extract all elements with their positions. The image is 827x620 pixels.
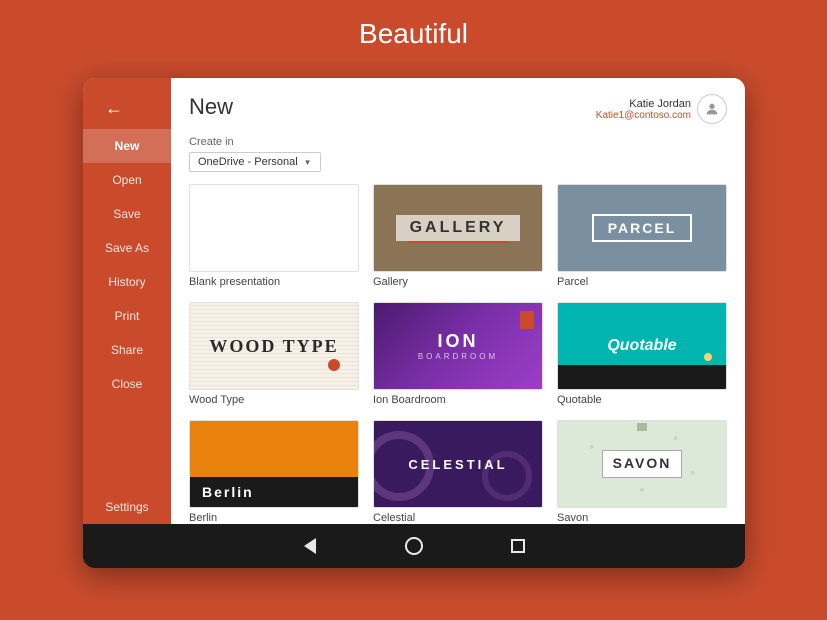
quotable-text: Quotable <box>607 337 676 355</box>
template-thumb-gallery: GALLERY <box>373 184 543 272</box>
page-heading: Beautiful <box>0 0 827 62</box>
template-thumb-celestial: CELESTIAL <box>373 420 543 508</box>
template-thumb-berlin: Berlin <box>189 420 359 508</box>
template-thumb-ion: ION BOARDROOM <box>373 302 543 390</box>
back-icon <box>304 538 316 554</box>
sidebar-item-saveas[interactable]: Save As <box>83 231 171 265</box>
sidebar-item-close[interactable]: Close <box>83 367 171 401</box>
woodtype-text: WOOD TYPE <box>209 336 338 357</box>
sidebar-item-new[interactable]: New <box>83 129 171 163</box>
template-woodtype[interactable]: WOOD TYPE Wood Type <box>189 302 359 406</box>
sidebar-item-open[interactable]: Open <box>83 163 171 197</box>
savon-clip <box>637 423 647 431</box>
user-email: Katie1@contoso.com <box>596 110 691 121</box>
sidebar-item-settings[interactable]: Settings <box>83 490 171 524</box>
sidebar-item-share[interactable]: Share <box>83 333 171 367</box>
create-in-dropdown[interactable]: OneDrive - Personal ▼ <box>189 152 321 172</box>
ion-text-block: ION BOARDROOM <box>418 331 498 361</box>
template-ion[interactable]: ION BOARDROOM Ion Boardroom <box>373 302 543 406</box>
sidebar: ← New Open Save Save As History Print Sh… <box>83 78 171 524</box>
template-label-berlin: Berlin <box>189 512 359 524</box>
template-thumb-blank <box>189 184 359 272</box>
templates-grid: Blank presentation GALLERY Gallery PARCE… <box>189 184 727 524</box>
quotable-dot <box>704 353 712 361</box>
parcel-box: PARCEL <box>592 214 693 242</box>
celestial-text: CELESTIAL <box>408 457 507 472</box>
user-info: Katie Jordan Katie1@contoso.com <box>596 94 727 124</box>
page-title: New <box>189 94 233 120</box>
template-thumb-parcel: PARCEL <box>557 184 727 272</box>
template-quotable[interactable]: Quotable Quotable <box>557 302 727 406</box>
template-label-celestial: Celestial <box>373 512 543 524</box>
berlin-bar: Berlin <box>190 477 358 507</box>
template-label-ion: Ion Boardroom <box>373 394 543 406</box>
create-in-row: Create in OneDrive - Personal ▼ <box>189 136 727 172</box>
template-thumb-woodtype: WOOD TYPE <box>189 302 359 390</box>
template-thumb-quotable: Quotable <box>557 302 727 390</box>
woodtype-dot <box>328 359 340 371</box>
user-avatar[interactable] <box>697 94 727 124</box>
savon-text: SAVON <box>613 455 672 471</box>
create-in-label: Create in <box>189 136 727 148</box>
template-parcel[interactable]: PARCEL Parcel <box>557 184 727 288</box>
template-savon[interactable]: SAVON Savon <box>557 420 727 524</box>
template-label-parcel: Parcel <box>557 276 727 288</box>
ion-sub-text: BOARDROOM <box>418 352 498 361</box>
nav-back-button[interactable] <box>298 534 322 558</box>
create-in-value: OneDrive - Personal <box>198 156 298 168</box>
template-berlin[interactable]: Berlin Berlin <box>189 420 359 524</box>
template-label-quotable: Quotable <box>557 394 727 406</box>
chevron-down-icon: ▼ <box>304 158 312 167</box>
nav-home-button[interactable] <box>402 534 426 558</box>
user-text: Katie Jordan Katie1@contoso.com <box>596 98 691 121</box>
template-thumb-savon: SAVON <box>557 420 727 508</box>
gallery-line <box>408 241 509 243</box>
sidebar-item-save[interactable]: Save <box>83 197 171 231</box>
gallery-text: GALLERY <box>396 215 521 241</box>
template-celestial[interactable]: CELESTIAL Celestial <box>373 420 543 524</box>
home-icon <box>405 537 423 555</box>
template-label-blank: Blank presentation <box>189 276 359 288</box>
sidebar-item-history[interactable]: History <box>83 265 171 299</box>
user-name: Katie Jordan <box>596 98 691 110</box>
bottom-nav-bar <box>83 524 745 568</box>
template-label-woodtype: Wood Type <box>189 394 359 406</box>
nav-recents-button[interactable] <box>506 534 530 558</box>
template-label-savon: Savon <box>557 512 727 524</box>
ion-main-text: ION <box>418 331 498 352</box>
template-blank[interactable]: Blank presentation <box>189 184 359 288</box>
tablet-frame: ← New Open Save Save As History Print Sh… <box>83 78 745 568</box>
back-button[interactable]: ← <box>83 88 171 129</box>
main-content: New Katie Jordan Katie1@contoso.com Crea… <box>171 78 745 524</box>
recents-icon <box>511 539 525 553</box>
savon-box: SAVON <box>602 450 683 478</box>
sidebar-item-print[interactable]: Print <box>83 299 171 333</box>
app-area: ← New Open Save Save As History Print Sh… <box>83 78 745 524</box>
ion-accent <box>520 311 534 329</box>
quotable-bar <box>558 365 726 389</box>
header-row: New Katie Jordan Katie1@contoso.com <box>189 94 727 124</box>
template-gallery[interactable]: GALLERY Gallery <box>373 184 543 288</box>
berlin-text: Berlin <box>202 484 254 500</box>
template-label-gallery: Gallery <box>373 276 543 288</box>
